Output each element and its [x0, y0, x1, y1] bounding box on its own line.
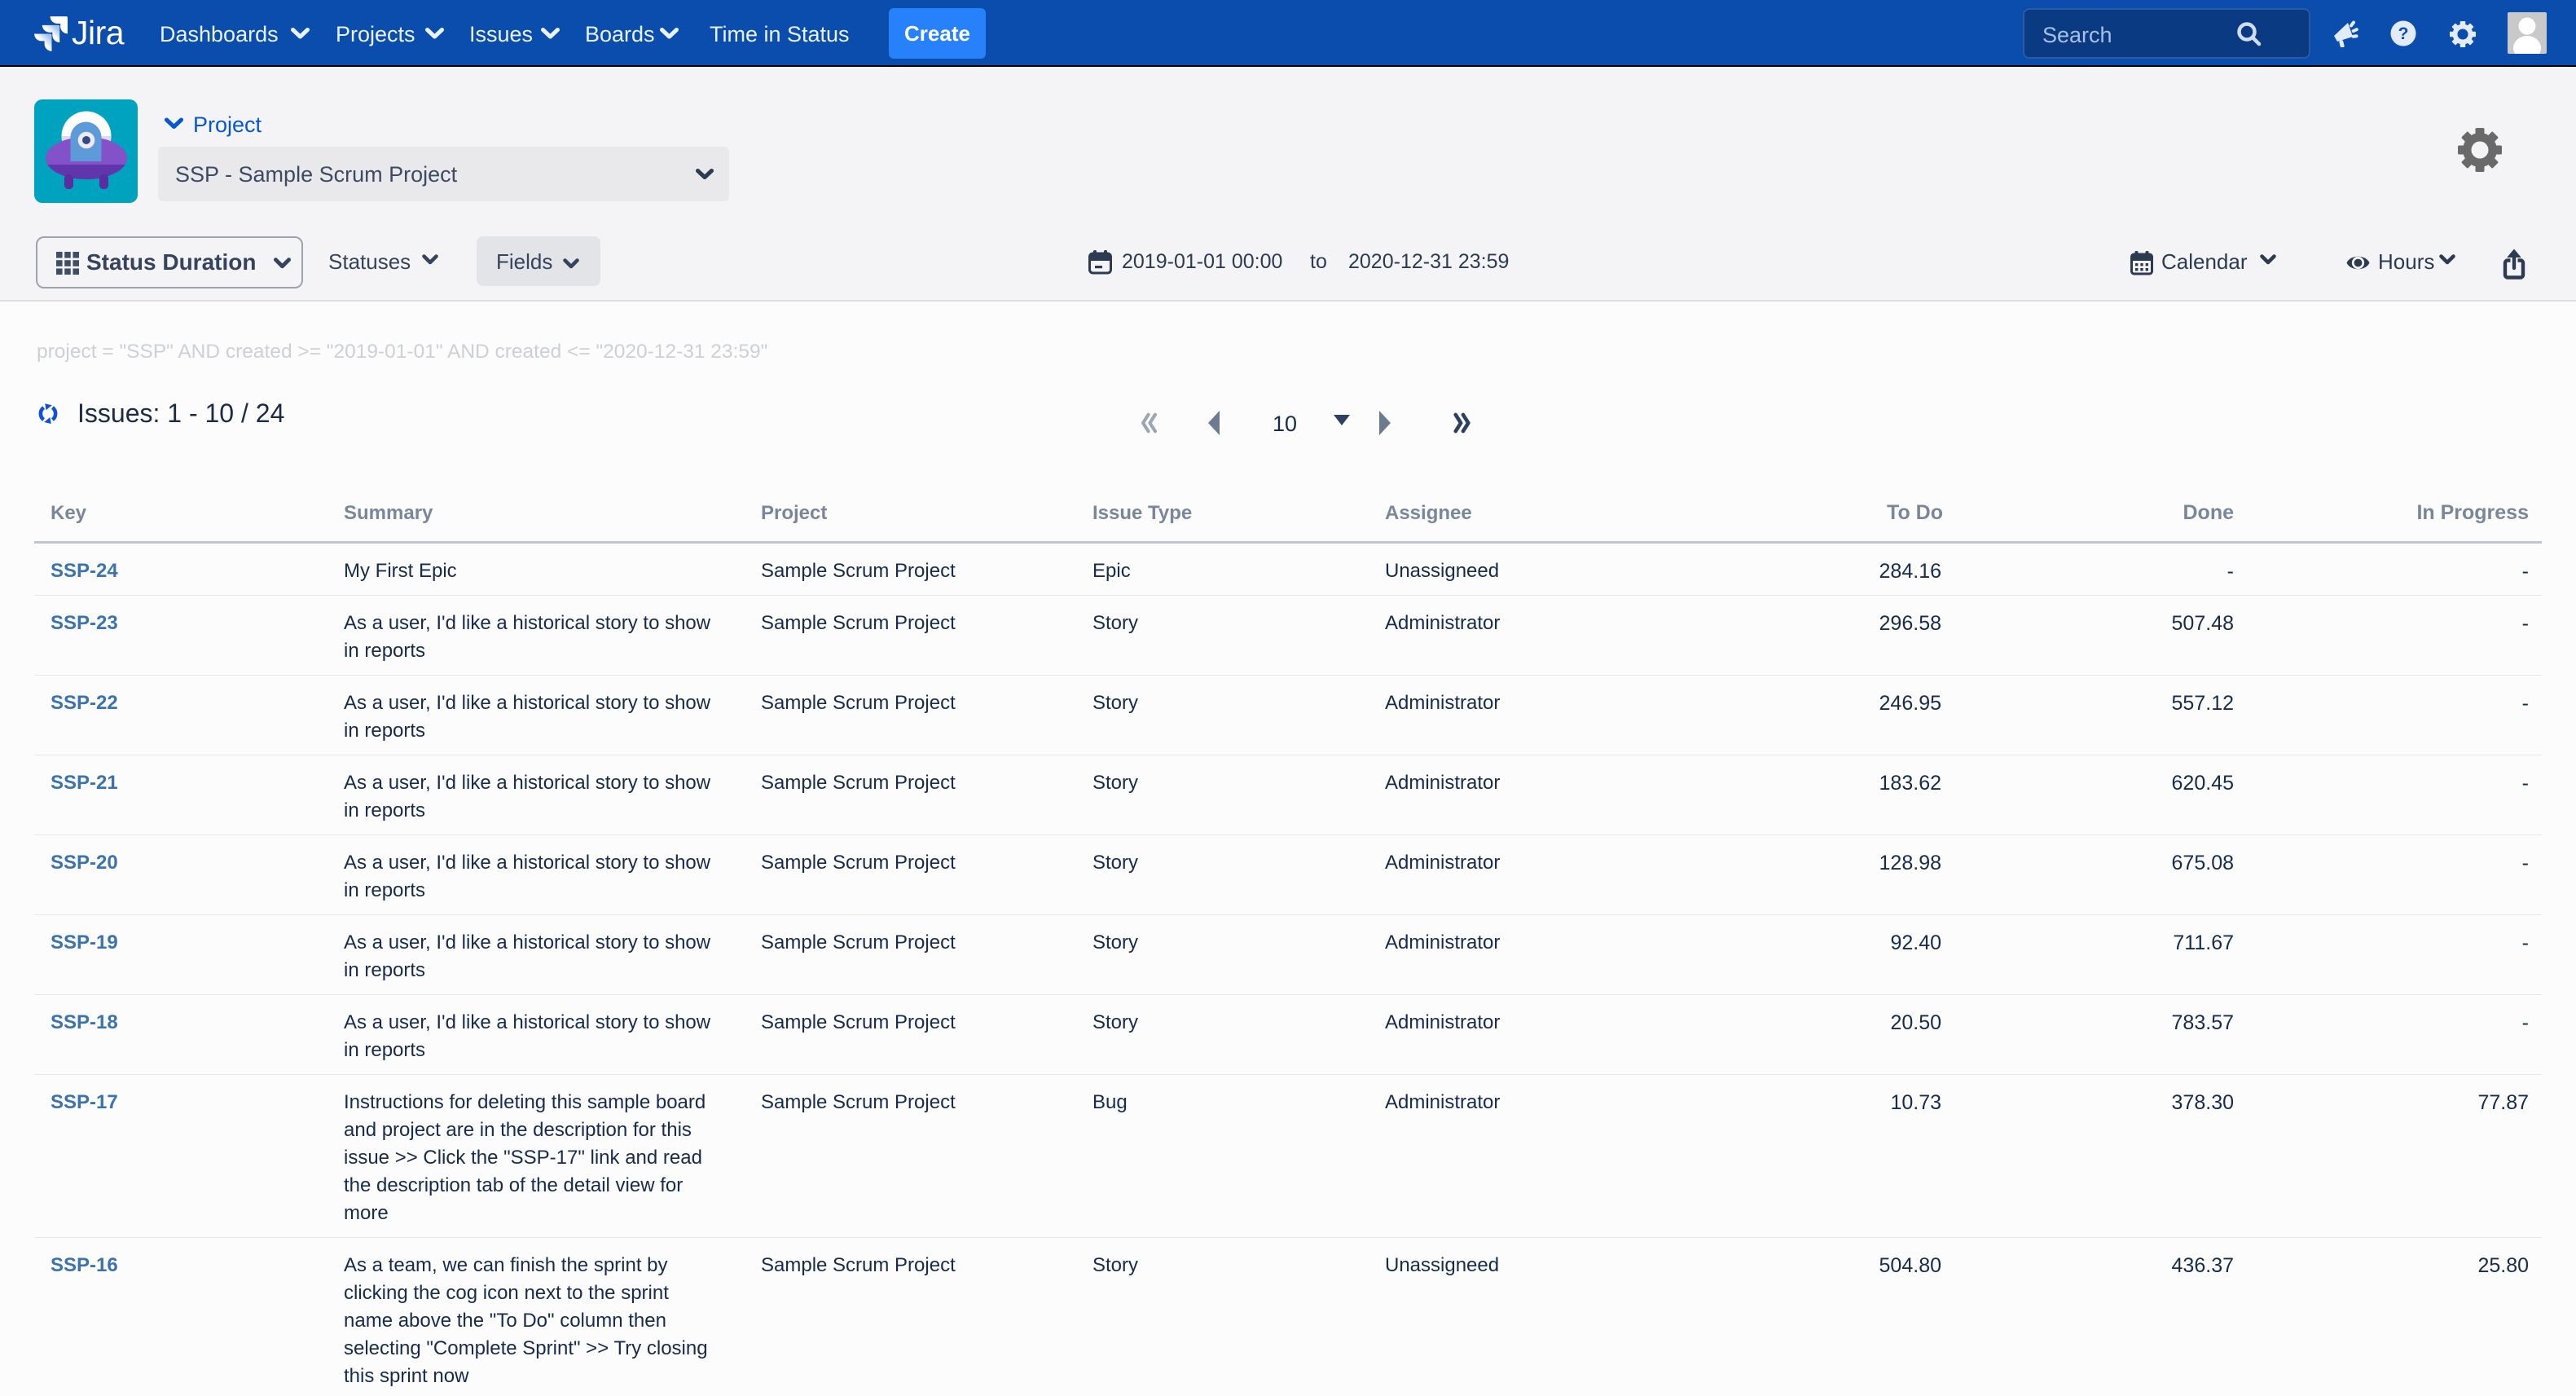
svg-text:?: ? — [2398, 24, 2409, 43]
